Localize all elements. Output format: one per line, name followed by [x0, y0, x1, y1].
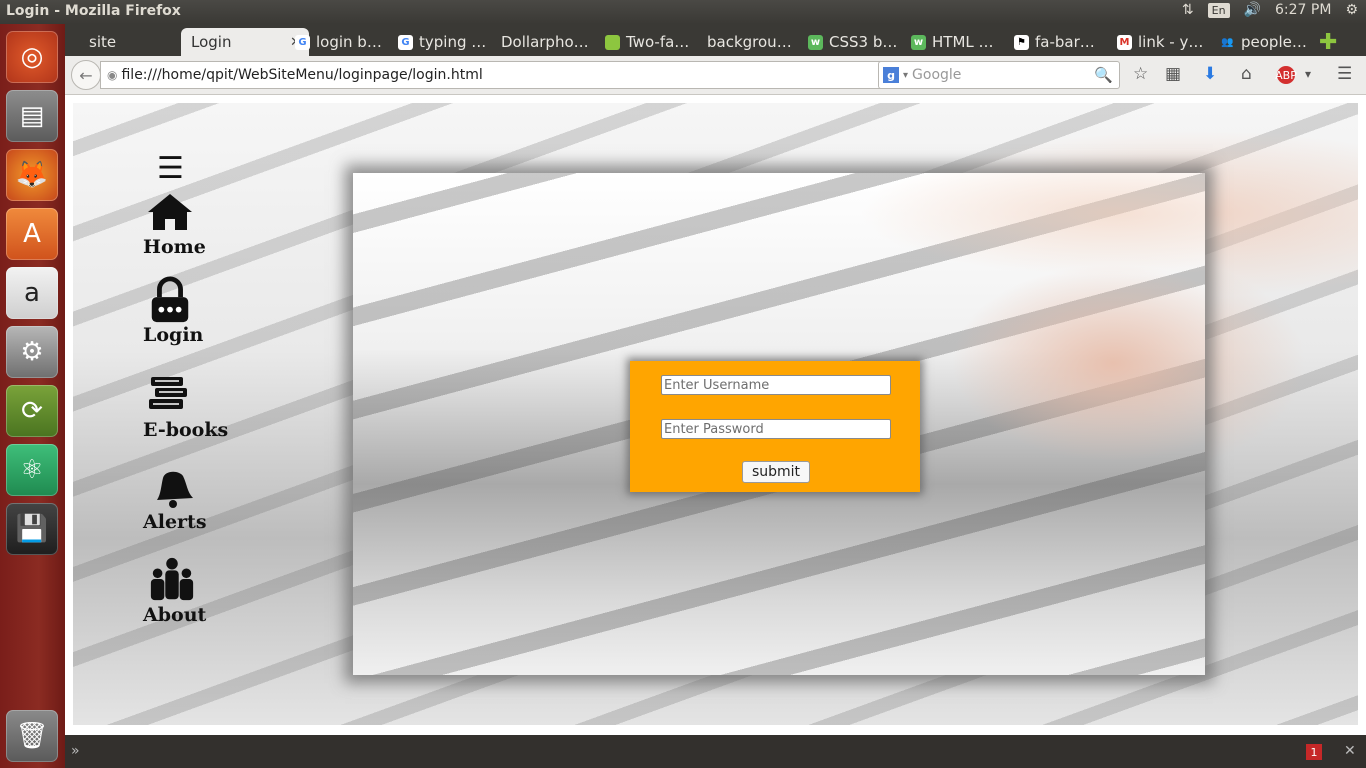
- tab-label: Dollarpho…: [501, 33, 589, 51]
- tab-people[interactable]: 👥 people…: [1220, 28, 1315, 56]
- lock-icon: [151, 276, 189, 323]
- page-icon: [605, 34, 620, 50]
- volume-icon[interactable]: 🔊: [1244, 2, 1261, 18]
- downloads-icon[interactable]: ⬇: [1203, 64, 1217, 84]
- ubuntu-dash-icon[interactable]: ◎: [6, 31, 58, 83]
- tab-link[interactable]: Mlink - y…: [1117, 28, 1212, 56]
- tab-label: HTML …: [932, 33, 994, 51]
- adblock-dropdown-icon[interactable]: ▾: [1305, 67, 1311, 81]
- save-disk-icon[interactable]: 💾: [6, 503, 58, 555]
- tab-label: link - y…: [1138, 33, 1204, 51]
- atom-editor-icon[interactable]: ⚛: [6, 444, 58, 496]
- menu-item-login[interactable]: Login: [143, 276, 263, 346]
- tab-label: Two-fa…: [626, 33, 690, 51]
- w3schools-icon: w: [911, 34, 926, 50]
- amazon-icon[interactable]: a: [6, 267, 58, 319]
- tab-label: typing …: [419, 33, 487, 51]
- menu-label: Alerts: [143, 511, 207, 533]
- google-search-engine-icon[interactable]: g: [883, 67, 899, 83]
- engine-dropdown-icon[interactable]: ▾: [903, 70, 908, 81]
- username-input[interactable]: [661, 375, 891, 395]
- login-form: submit: [630, 361, 920, 492]
- software-updater-icon[interactable]: ⟳: [6, 385, 58, 437]
- tab-background[interactable]: backgrou…: [707, 28, 802, 56]
- top-panel: Login - Mozilla Firefox ⇅ En 🔊 6:27 PM ⚙: [0, 0, 1366, 24]
- tab-login-b[interactable]: Glogin b…: [295, 28, 390, 56]
- system-tray: ⇅ En 🔊 6:27 PM ⚙: [1182, 2, 1358, 18]
- menu-item-alerts[interactable]: Alerts: [143, 463, 263, 533]
- files-icon[interactable]: ▤: [6, 90, 58, 142]
- clock[interactable]: 6:27 PM: [1275, 2, 1331, 18]
- search-bar[interactable]: g ▾ Google 🔍: [878, 61, 1120, 89]
- submit-button[interactable]: submit: [742, 461, 810, 483]
- search-icon[interactable]: 🔍: [1094, 66, 1113, 84]
- home-icon: [148, 194, 192, 230]
- w3schools-icon: w: [808, 34, 823, 50]
- menu-item-about[interactable]: About: [143, 556, 263, 626]
- close-icon[interactable]: ✕: [1344, 743, 1356, 759]
- home-button-icon[interactable]: ⌂: [1241, 64, 1252, 84]
- software-center-icon[interactable]: A: [6, 208, 58, 260]
- tab-label: people…: [1241, 33, 1307, 51]
- trash-icon[interactable]: 🗑: [6, 710, 58, 762]
- hamburger-menu-icon[interactable]: ☰: [1337, 64, 1352, 84]
- password-input[interactable]: [661, 419, 891, 439]
- adblock-icon[interactable]: ABP: [1275, 66, 1297, 84]
- url-text[interactable]: file:///home/qpit/WebSiteMenu/loginpage/…: [121, 67, 482, 83]
- bookmark-star-icon[interactable]: ☆: [1133, 64, 1148, 84]
- tab-two-factor[interactable]: Two-fa…: [605, 28, 700, 56]
- bell-icon: [157, 471, 193, 508]
- menu-label: About: [143, 604, 207, 626]
- system-settings-icon[interactable]: ⚙: [6, 326, 58, 378]
- reading-list-icon[interactable]: ▦: [1165, 64, 1181, 84]
- menu-label: Home: [143, 236, 206, 258]
- google-icon: G: [295, 34, 310, 50]
- notification-badge[interactable]: 1: [1306, 744, 1322, 760]
- window-title: Login - Mozilla Firefox: [6, 3, 181, 19]
- tab-dollarphoto[interactable]: Dollarpho…: [501, 28, 596, 56]
- tab-typing[interactable]: Gtyping …: [398, 28, 493, 56]
- menu-item-home[interactable]: Home: [143, 188, 263, 258]
- tab-label: login b…: [316, 33, 382, 51]
- double-chevron-icon[interactable]: »: [71, 743, 80, 759]
- tab-label: CSS3 b…: [829, 33, 898, 51]
- menu-label: E-books: [143, 419, 229, 441]
- unity-launcher: ◎ ▤ 🦊 A a ⚙ ⟳ ⚛ 💾 🗑: [0, 24, 65, 768]
- tab-site[interactable]: site: [89, 28, 149, 56]
- menu-item-ebooks[interactable]: E-books: [143, 371, 263, 441]
- status-bar: » 1 ✕: [65, 735, 1366, 768]
- people-icon: [150, 557, 194, 601]
- menu-toggle-icon[interactable]: ☰: [157, 151, 184, 186]
- globe-icon: ◉: [107, 68, 118, 82]
- back-arrow-icon[interactable]: ←: [71, 60, 101, 90]
- books-icon: [149, 377, 187, 409]
- tab-html[interactable]: w HTML …: [911, 28, 1006, 56]
- search-placeholder: Google: [912, 67, 962, 83]
- gmail-icon: M: [1117, 34, 1132, 50]
- settings-gear-icon[interactable]: ⚙: [1345, 2, 1358, 18]
- tab-fa-bars[interactable]: ⚑ fa-bar…: [1014, 28, 1109, 56]
- page-content: ☰ Home Login E-books Alerts About Enter …: [65, 95, 1366, 735]
- keyboard-layout-indicator[interactable]: En: [1207, 2, 1230, 18]
- new-tab-icon[interactable]: ✚: [1319, 30, 1337, 55]
- google-icon: G: [398, 34, 413, 50]
- firefox-icon[interactable]: 🦊: [6, 149, 58, 201]
- tab-label: site: [89, 33, 117, 51]
- tab-label: backgrou…: [707, 33, 792, 51]
- flag-icon: ⚑: [1014, 34, 1029, 50]
- menu-label: Login: [143, 324, 204, 346]
- network-icon[interactable]: ⇅: [1182, 2, 1194, 18]
- tab-label: fa-bar…: [1035, 33, 1095, 51]
- tab-css3[interactable]: w CSS3 b…: [808, 28, 903, 56]
- tab-login[interactable]: Login ✕: [181, 28, 309, 56]
- navigation-bar: ← ◉ file:///home/qpit/WebSiteMenu/loginp…: [65, 56, 1366, 95]
- tab-label: Login: [191, 33, 232, 51]
- people-icon: 👥: [1221, 36, 1234, 48]
- url-bar[interactable]: ◉ file:///home/qpit/WebSiteMenu/loginpag…: [100, 61, 940, 89]
- keyboard-background-image: ☰ Home Login E-books Alerts About Enter …: [73, 103, 1358, 725]
- tab-bar: site Login ✕ Glogin b… Gtyping … Dollarp…: [65, 24, 1366, 56]
